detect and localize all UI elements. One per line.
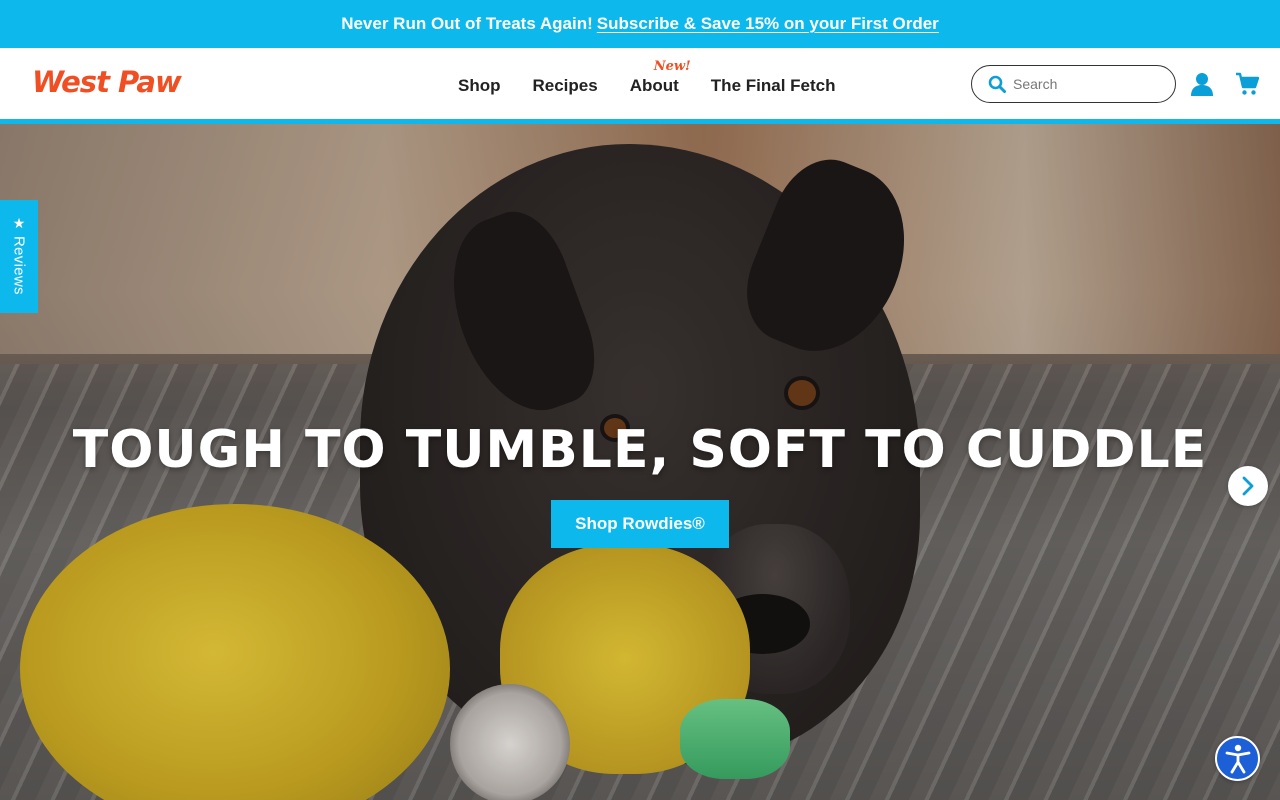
reviews-tab[interactable]: ★ Reviews — [0, 200, 38, 313]
nav-item-about[interactable]: About New! — [629, 59, 691, 96]
nav-item-recipes[interactable]: Recipes — [533, 76, 598, 96]
new-badge: New! — [653, 59, 691, 74]
hero-title: TOUGH TO TUMBLE, SOFT TO CUDDLE — [72, 420, 1208, 480]
nav-label: About — [629, 76, 679, 95]
main-nav: Shop Recipes About New! The Final Fetch — [458, 59, 836, 96]
announcement-text: Never Run Out of Treats Again! — [341, 14, 593, 33]
announcement-bar: Never Run Out of Treats Again! Subscribe… — [0, 0, 1280, 48]
nav-label: The Final Fetch — [710, 76, 836, 95]
search-box[interactable] — [971, 65, 1176, 103]
reviews-label: Reviews — [10, 236, 28, 295]
cart-icon[interactable] — [1235, 72, 1259, 96]
shop-rowdies-button[interactable]: Shop Rowdies® — [551, 500, 729, 548]
nav-label: Recipes — [532, 76, 598, 95]
accessibility-button[interactable] — [1215, 736, 1260, 781]
hero-banner: TOUGH TO TUMBLE, SOFT TO CUDDLE Shop Row… — [0, 124, 1280, 800]
star-icon: ★ — [12, 215, 26, 231]
accessibility-icon — [1225, 744, 1250, 773]
search-icon[interactable] — [988, 75, 1006, 93]
site-header: West Paw Shop Recipes About New! The Fin… — [0, 48, 1280, 119]
nav-label: Shop — [458, 76, 501, 95]
nav-item-final-fetch[interactable]: The Final Fetch — [711, 76, 836, 96]
carousel-next-button[interactable] — [1228, 466, 1268, 506]
logo[interactable]: West Paw — [32, 65, 182, 99]
chevron-right-icon — [1242, 476, 1254, 496]
nav-item-shop[interactable]: Shop — [458, 76, 501, 96]
search-input[interactable] — [1013, 76, 1163, 92]
account-icon[interactable] — [1191, 72, 1213, 96]
subscribe-link[interactable]: Subscribe & Save 15% on your First Order — [597, 14, 939, 34]
